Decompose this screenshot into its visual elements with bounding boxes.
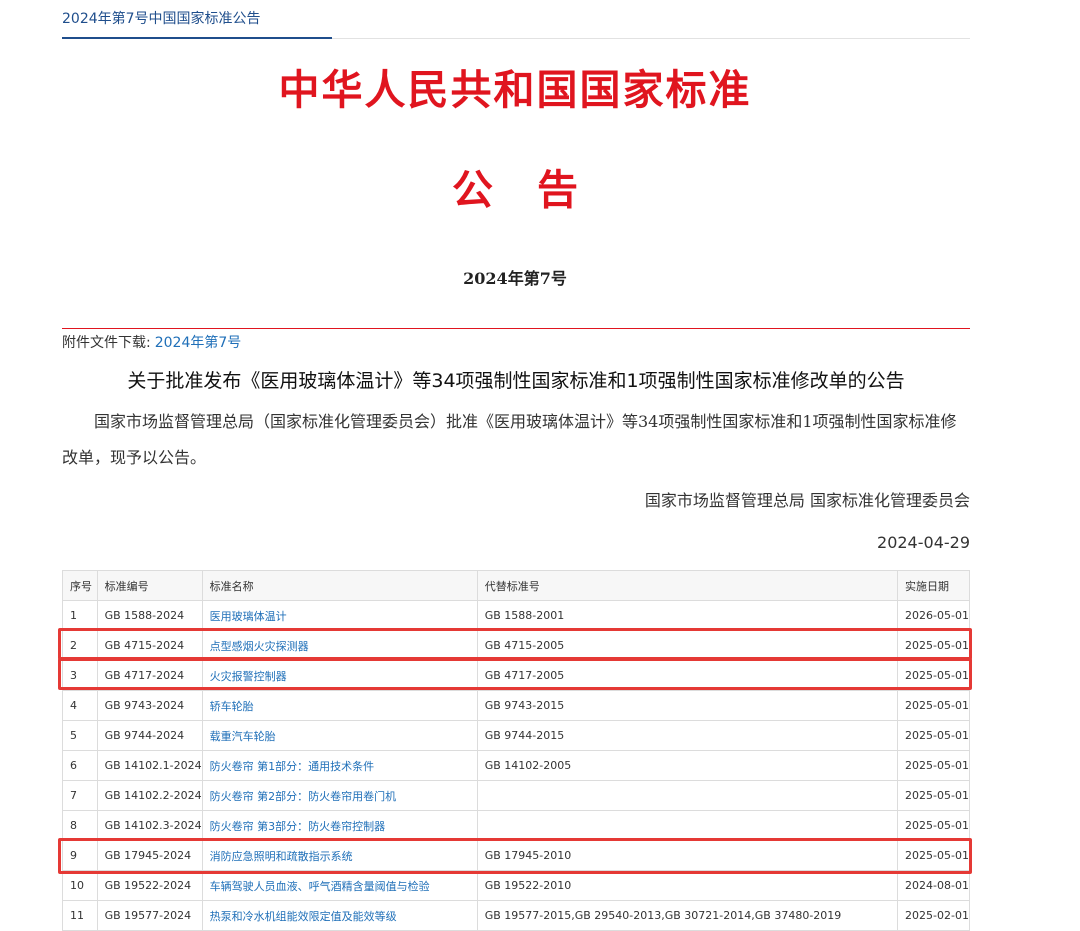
cell-code: GB 14102.2-2024 bbox=[96, 780, 203, 811]
cell-date: 2025-05-01 bbox=[897, 780, 970, 811]
col-header-replaced: 代替标准号 bbox=[476, 570, 899, 601]
cell-code: GB 14102.1-2024 bbox=[96, 750, 203, 781]
table-header-row: 序号 标准编号 标准名称 代替标准号 实施日期 bbox=[62, 570, 970, 601]
publish-date: 2024-04-29 bbox=[877, 533, 970, 552]
cell-replaced: GB 19577-2015,GB 29540-2013,GB 30721-201… bbox=[476, 900, 899, 931]
col-header-code: 标准编号 bbox=[96, 570, 203, 601]
cell-date: 2025-02-01 bbox=[897, 900, 970, 931]
cell-code: GB 9744-2024 bbox=[96, 720, 203, 751]
cell-name[interactable]: 载重汽车轮胎 bbox=[201, 720, 478, 751]
issuer-signature: 国家市场监督管理总局 国家标准化管理委员会 bbox=[644, 491, 970, 510]
attachment-label: 附件文件下载: bbox=[62, 335, 151, 351]
cell-no: 4 bbox=[62, 690, 98, 721]
cell-name[interactable]: 车辆驾驶人员血液、呼气酒精含量阈值与检验 bbox=[201, 870, 478, 901]
cell-date: 2024-08-01 bbox=[897, 870, 970, 901]
cell-code: GB 1588-2024 bbox=[96, 600, 203, 631]
table-row: 1 GB 1588-2024 医用玻璃体温计 GB 1588-2001 2026-05-… bbox=[62, 600, 970, 631]
cell-name[interactable]: 热泵和冷水机组能效限定值及能效等级 bbox=[201, 900, 478, 931]
article-body: 国家市场监督管理总局（国家标准化管理委员会）批准《医用玻璃体温计》等34项强制性… bbox=[62, 412, 957, 467]
cell-date: 2026-05-01 bbox=[897, 600, 970, 631]
red-divider bbox=[62, 328, 970, 329]
standards-table: 序号 标准编号 标准名称 代替标准号 实施日期 1 GB 1588-2024 医用玻… bbox=[62, 570, 970, 931]
table-row: 7 GB 14102.2-2024 防火卷帘 第2部分：防火卷帘用卷门机 2025-0… bbox=[62, 780, 970, 811]
cell-replaced bbox=[476, 810, 899, 841]
cell-name[interactable]: 防火卷帘 第2部分：防火卷帘用卷门机 bbox=[201, 780, 478, 811]
cell-no: 8 bbox=[62, 810, 98, 841]
top-tab-bar: 2024年第7号中国国家标准公告 bbox=[62, 0, 970, 39]
cell-code: GB 9743-2024 bbox=[96, 690, 203, 721]
cell-no: 5 bbox=[62, 720, 98, 751]
attachment-row: 附件文件下载: 2024年第7号 bbox=[62, 332, 241, 352]
cell-no: 10 bbox=[62, 870, 98, 901]
cell-replaced: GB 19522-2010 bbox=[476, 870, 899, 901]
cell-replaced: GB 9744-2015 bbox=[476, 720, 899, 751]
cell-replaced: GB 9743-2015 bbox=[476, 690, 899, 721]
cell-name[interactable]: 轿车轮胎 bbox=[201, 690, 478, 721]
article-title: 关于批准发布《医用玻璃体温计》等34项强制性国家标准和1项强制性国家标准修改单的… bbox=[127, 370, 905, 392]
cell-code: GB 19522-2024 bbox=[96, 870, 203, 901]
cell-name[interactable]: 医用玻璃体温计 bbox=[201, 600, 478, 631]
table-row: 6 GB 14102.1-2024 防火卷帘 第1部分：通用技术条件 GB 14102… bbox=[62, 750, 970, 781]
cell-no: 1 bbox=[62, 600, 98, 631]
cell-date: 2025-05-01 bbox=[897, 720, 970, 751]
cell-replaced bbox=[476, 780, 899, 811]
cell-no: 6 bbox=[62, 750, 98, 781]
cell-replaced: GB 14102-2005 bbox=[476, 750, 899, 781]
attachment-link[interactable]: 2024年第7号 bbox=[155, 335, 242, 351]
cell-code: GB 19577-2024 bbox=[96, 900, 203, 931]
highlight-box-row-9 bbox=[58, 838, 972, 874]
table-row: 10 GB 19522-2024 车辆驾驶人员血液、呼气酒精含量阈值与检验 GB 19… bbox=[62, 870, 970, 901]
table-row: 8 GB 14102.3-2024 防火卷帘 第3部分：防火卷帘控制器 2025-05… bbox=[62, 810, 970, 841]
highlight-box-row-3 bbox=[58, 658, 972, 690]
table-row: 11 GB 19577-2024 热泵和冷水机组能效限定值及能效等级 GB 19577… bbox=[62, 900, 970, 931]
cell-no: 11 bbox=[62, 900, 98, 931]
col-header-no: 序号 bbox=[62, 570, 98, 601]
cell-date: 2025-05-01 bbox=[897, 690, 970, 721]
cell-date: 2025-05-01 bbox=[897, 750, 970, 781]
cell-code: GB 14102.3-2024 bbox=[96, 810, 203, 841]
cell-no: 7 bbox=[62, 780, 98, 811]
cell-name[interactable]: 防火卷帘 第1部分：通用技术条件 bbox=[201, 750, 478, 781]
tab-announcement[interactable]: 2024年第7号中国国家标准公告 bbox=[62, 0, 332, 39]
issue-number: 2024年第7号 bbox=[463, 269, 567, 288]
announcement-heading: 公告 bbox=[452, 166, 622, 214]
table-row: 5 GB 9744-2024 载重汽车轮胎 GB 9744-2015 2025-05-0… bbox=[62, 720, 970, 751]
cell-name[interactable]: 防火卷帘 第3部分：防火卷帘控制器 bbox=[201, 810, 478, 841]
col-header-name: 标准名称 bbox=[201, 570, 478, 601]
cell-date: 2025-05-01 bbox=[897, 810, 970, 841]
col-header-date: 实施日期 bbox=[897, 570, 970, 601]
cell-replaced: GB 1588-2001 bbox=[476, 600, 899, 631]
page-headline: 中华人民共和国国家标准 bbox=[278, 66, 752, 114]
highlight-box-row-2 bbox=[58, 628, 972, 660]
table-row: 4 GB 9743-2024 轿车轮胎 GB 9743-2015 2025-05-01 bbox=[62, 690, 970, 721]
